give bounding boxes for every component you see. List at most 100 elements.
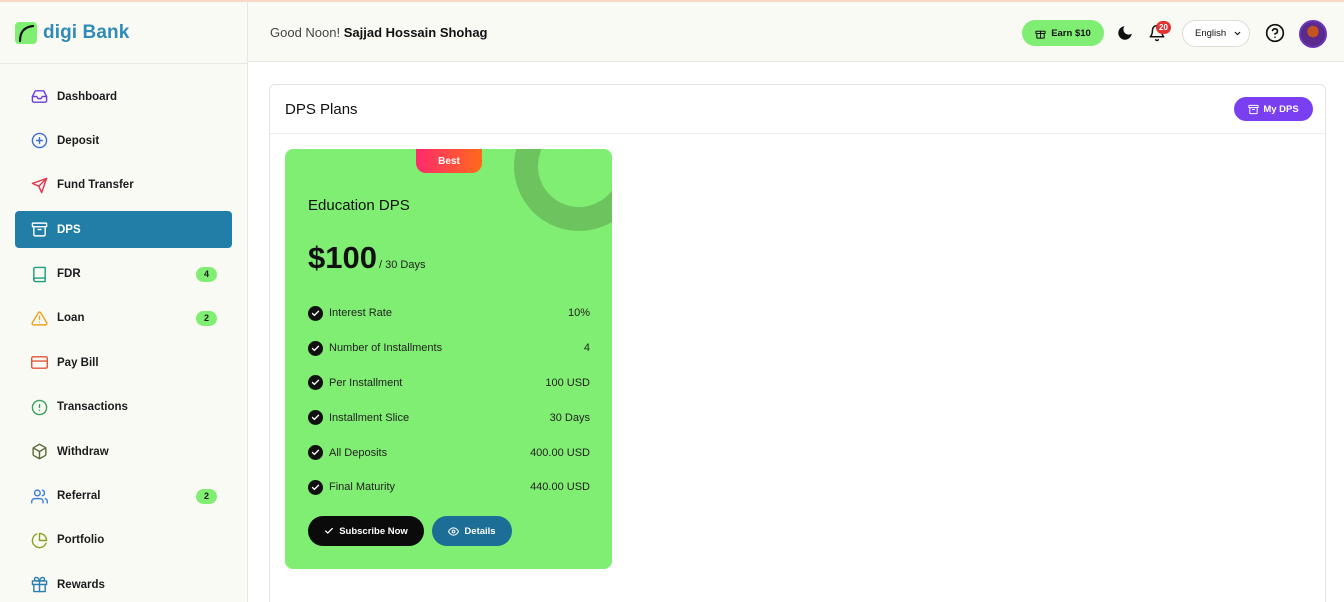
feature-row: All Deposits 400.00 USD: [308, 435, 590, 470]
sidebar-item-portfolio[interactable]: Portfolio: [15, 522, 232, 559]
sidebar-item-label: Withdraw: [57, 445, 109, 458]
sidebar-item-label: Rewards: [57, 578, 105, 591]
sidebar-nav: Dashboard Deposit Fund Transfer DPS FDR: [15, 78, 232, 602]
panel-header: DPS Plans My DPS: [270, 85, 1325, 134]
feature-label: Number of Installments: [329, 342, 443, 355]
check-icon: [325, 527, 334, 534]
plan-name: Education DPS: [308, 197, 410, 214]
sidebar-item-label: Deposit: [57, 134, 100, 147]
eye-icon: [448, 526, 460, 536]
help-icon[interactable]: [1265, 23, 1285, 43]
box-icon: [30, 443, 48, 461]
check-icon: [308, 375, 323, 391]
feature-label: Per Installment: [329, 376, 403, 389]
sidebar-item-transactions[interactable]: Transactions: [15, 389, 232, 426]
main-content: DPS Plans My DPS Best Education DPS $100…: [248, 62, 1344, 602]
page-title: DPS Plans: [285, 101, 358, 118]
plan-card: Best Education DPS $100 / 30 Days Intere…: [285, 149, 612, 569]
details-button[interactable]: Details: [432, 516, 512, 546]
count-badge: 2: [196, 488, 217, 504]
archive-icon: [30, 221, 48, 239]
send-icon: [30, 176, 48, 194]
dps-plans-panel: DPS Plans My DPS Best Education DPS $100…: [269, 84, 1326, 602]
feature-value: 440.00 USD: [530, 481, 590, 494]
dark-mode-toggle-icon[interactable]: [1116, 24, 1134, 42]
feature-value: 100 USD: [545, 376, 590, 389]
notification-count-badge: 20: [1156, 21, 1171, 34]
feature-value: 4: [583, 342, 590, 355]
feature-row: Installment Slice 30 Days: [308, 400, 590, 435]
check-icon: [308, 445, 323, 461]
language-select[interactable]: English: [1182, 20, 1250, 47]
sidebar-item-pay-bill[interactable]: Pay Bill: [15, 344, 232, 381]
feature-row: Per Installment 100 USD: [308, 366, 590, 401]
sidebar-item-fdr[interactable]: FDR 4: [15, 256, 232, 293]
check-icon: [308, 305, 323, 321]
archive-icon: [1248, 104, 1259, 114]
feature-row: Number of Installments 4: [308, 331, 590, 366]
greeting: Good Noon! Sajjad Hossain Shohag: [270, 25, 488, 40]
language-label: English: [1195, 28, 1227, 39]
feature-value: 30 Days: [549, 411, 590, 424]
feature-value: 10%: [567, 307, 590, 320]
card-decoration: [514, 149, 612, 231]
user-name: Sajjad Hossain Shohag: [343, 25, 488, 40]
best-badge: Best: [416, 149, 482, 173]
top-header: Good Noon! Sajjad Hossain Shohag Earn $1…: [248, 0, 1344, 62]
sidebar-item-referral[interactable]: Referral 2: [15, 478, 232, 515]
check-icon: [308, 340, 323, 356]
feature-label: All Deposits: [329, 446, 388, 459]
check-icon: [308, 479, 323, 495]
logo-mark-icon: [15, 22, 37, 44]
earn-label: Earn $10: [1051, 27, 1091, 39]
sidebar-item-label: Pay Bill: [57, 356, 99, 369]
book-icon: [30, 265, 48, 283]
sidebar-item-deposit[interactable]: Deposit: [15, 122, 232, 159]
sidebar-item-label: Fund Transfer: [57, 179, 134, 192]
feature-row: Final Maturity 440.00 USD: [308, 470, 590, 505]
plus-circle-icon: [30, 132, 48, 150]
plan-features: Interest Rate 10% Number of Installments…: [308, 296, 590, 505]
details-label: Details: [464, 525, 496, 537]
sidebar-item-dps[interactable]: DPS: [15, 211, 232, 249]
subscribe-now-button[interactable]: Subscribe Now: [308, 516, 424, 546]
sidebar-item-fund-transfer[interactable]: Fund Transfer: [15, 167, 232, 204]
my-dps-label: My DPS: [1263, 103, 1299, 115]
greeting-text: Good Noon!: [270, 25, 341, 40]
feature-row: Interest Rate 10%: [308, 296, 590, 331]
sidebar-divider: [0, 63, 248, 64]
inbox-icon: [30, 88, 48, 106]
alert-circle-icon: [30, 398, 48, 416]
sidebar-item-dashboard[interactable]: Dashboard: [15, 78, 232, 115]
earn-button[interactable]: Earn $10: [1022, 20, 1104, 46]
feature-label: Interest Rate: [329, 307, 392, 320]
sidebar-item-label: Transactions: [57, 401, 128, 414]
sidebar-item-label: Loan: [57, 312, 85, 325]
users-icon: [30, 487, 48, 505]
sidebar-item-loan[interactable]: Loan 2: [15, 300, 232, 337]
credit-card-icon: [30, 354, 48, 372]
gift-icon: [30, 576, 48, 594]
user-avatar[interactable]: [1299, 20, 1327, 48]
check-icon: [308, 410, 323, 426]
pie-chart-icon: [30, 531, 48, 549]
chevron-down-icon: [1234, 31, 1241, 36]
sidebar-item-rewards[interactable]: Rewards: [15, 566, 232, 602]
feature-label: Final Maturity: [329, 481, 396, 494]
my-dps-button[interactable]: My DPS: [1234, 97, 1313, 121]
plan-period: / 30 Days: [379, 259, 426, 271]
sidebar: digi Bank Dashboard Deposit Fund Transfe…: [0, 0, 248, 602]
count-badge: 2: [196, 310, 217, 326]
sidebar-item-label: DPS: [57, 223, 81, 236]
sidebar-item-label: Portfolio: [57, 534, 105, 547]
feature-value: 400.00 USD: [530, 446, 590, 459]
sidebar-item-label: Referral: [57, 490, 101, 503]
alert-triangle-icon: [30, 309, 48, 327]
feature-label: Installment Slice: [329, 411, 410, 424]
sidebar-item-withdraw[interactable]: Withdraw: [15, 433, 232, 470]
brand-logo[interactable]: digi Bank: [15, 20, 129, 46]
sidebar-item-label: Dashboard: [57, 90, 118, 103]
gift-icon: [1035, 30, 1046, 39]
plan-price: $100: [308, 240, 377, 275]
brand-name: digi Bank: [43, 22, 130, 43]
